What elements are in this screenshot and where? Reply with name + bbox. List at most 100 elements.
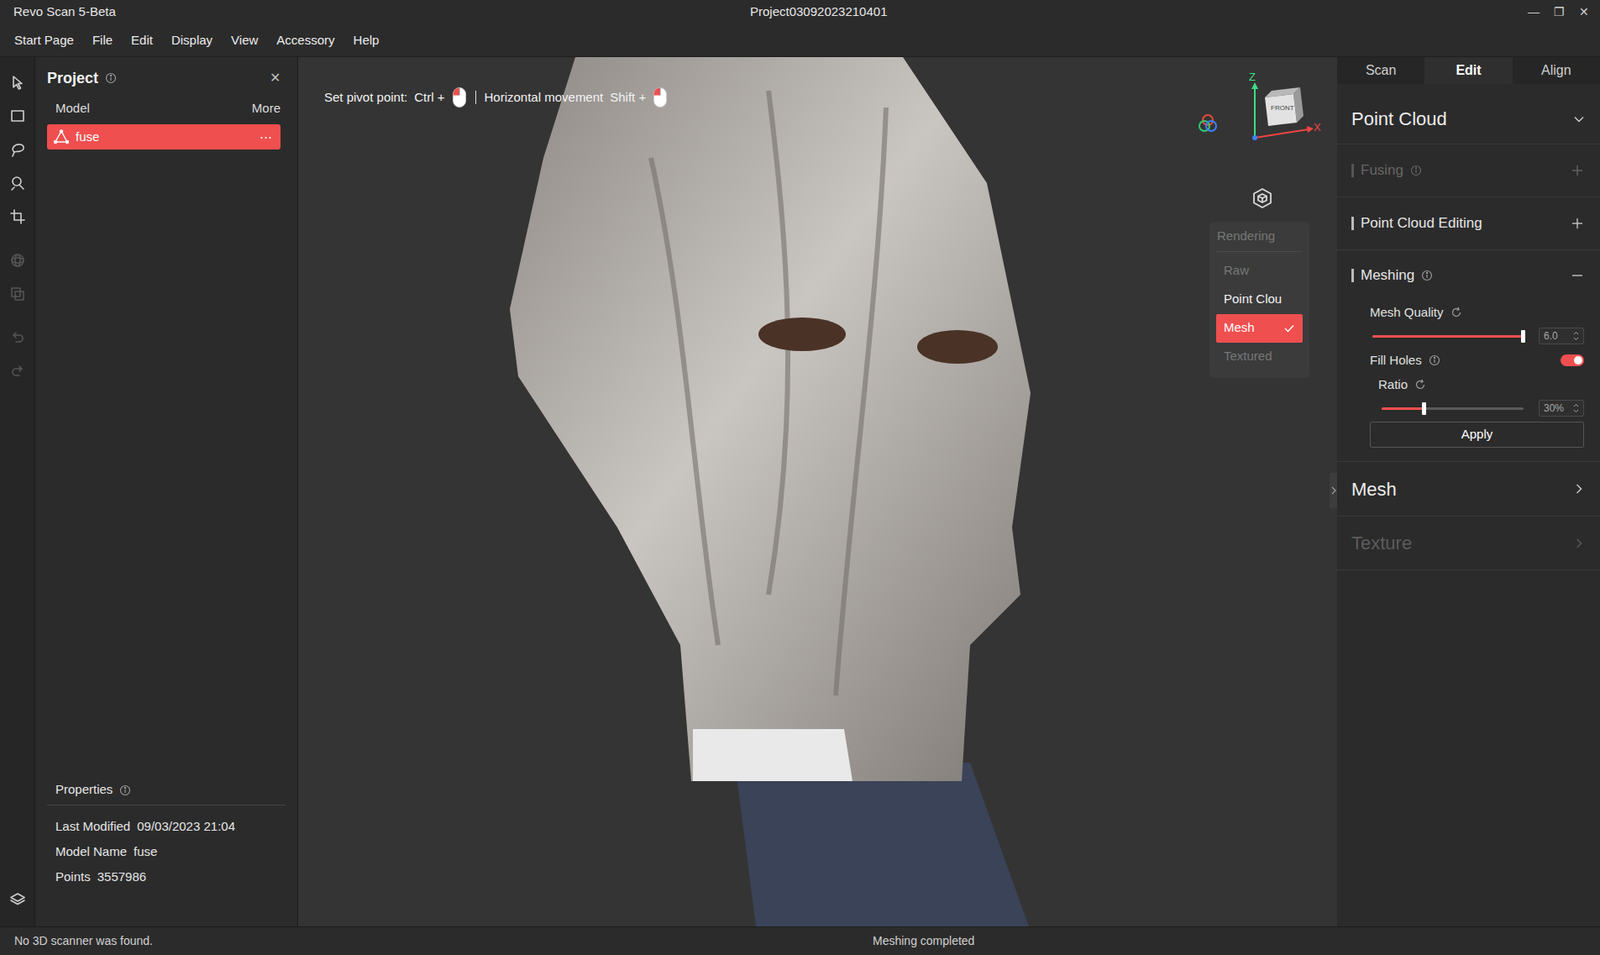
group: Fusing bbox=[1337, 144, 1600, 198]
axis-gizmo[interactable]: Z X FRONT bbox=[1244, 75, 1322, 152]
color-icon[interactable] bbox=[1196, 111, 1220, 136]
toggle-label: Fill Holes bbox=[1369, 351, 1422, 371]
mouse-icon bbox=[652, 86, 668, 109]
slider-thumb[interactable] bbox=[1521, 330, 1526, 343]
render-option[interactable]: Raw bbox=[1216, 257, 1303, 286]
info-icon[interactable] bbox=[1428, 354, 1441, 367]
window-control[interactable]: — bbox=[1521, 3, 1547, 21]
window-controls: —❐✕ bbox=[1521, 3, 1600, 21]
crop-tool-icon[interactable] bbox=[0, 199, 35, 234]
slider-track[interactable] bbox=[1381, 407, 1524, 410]
properties: Properties Last Modified09/03/2023 21:04… bbox=[35, 775, 298, 927]
group-header[interactable]: Meshing bbox=[1337, 250, 1600, 301]
menu-item[interactable]: Edit bbox=[121, 31, 163, 51]
cube-face-label: FRONT bbox=[1270, 104, 1295, 113]
render-option-label: Point Clou bbox=[1223, 289, 1296, 310]
menu-item[interactable]: Accessory bbox=[267, 31, 344, 51]
section-header[interactable]: Texture bbox=[1337, 516, 1600, 571]
viewport[interactable]: Set pivot point:Ctrl +Horizontal movemen… bbox=[298, 57, 1338, 927]
brush-tool-icon[interactable] bbox=[0, 166, 35, 200]
lasso-tool-icon[interactable] bbox=[0, 132, 35, 167]
copy-tool-icon[interactable] bbox=[0, 277, 35, 311]
chevron-right-icon bbox=[1573, 482, 1585, 495]
model-list: fuse ⋯ bbox=[35, 124, 298, 150]
info-icon[interactable] bbox=[104, 72, 117, 84]
section-header[interactable]: Mesh bbox=[1337, 461, 1600, 517]
property-value: 09/03/2023 21:04 bbox=[136, 817, 236, 837]
project-title: Project bbox=[47, 67, 99, 90]
menu-item[interactable]: View bbox=[221, 31, 268, 51]
value-field[interactable]: 6.0 bbox=[1538, 327, 1585, 345]
project-title: Project03092023210401 bbox=[750, 2, 887, 22]
spinner-icon[interactable] bbox=[1573, 330, 1580, 341]
hint-bar: Set pivot point:Ctrl +Horizontal movemen… bbox=[324, 86, 668, 109]
x-axis-label: X bbox=[1313, 119, 1322, 137]
undo-tool-icon[interactable] bbox=[0, 320, 35, 354]
property-value: 3557986 bbox=[97, 867, 147, 887]
reset-icon[interactable] bbox=[1414, 378, 1427, 391]
spinner-icon[interactable] bbox=[1573, 403, 1580, 414]
panel-tab[interactable]: Align bbox=[1512, 57, 1600, 84]
property-value: fuse bbox=[133, 842, 158, 862]
toggle-knob bbox=[1573, 356, 1583, 365]
render-option[interactable]: Point Clou bbox=[1216, 285, 1303, 315]
model-item[interactable]: fuse ⋯ bbox=[47, 124, 281, 150]
model-more-button[interactable]: ⋯ bbox=[259, 127, 273, 147]
render-option[interactable]: Mesh bbox=[1216, 314, 1303, 343]
info-icon[interactable] bbox=[119, 784, 132, 797]
group-header[interactable]: Fusing bbox=[1337, 144, 1600, 197]
select-tool-icon[interactable] bbox=[0, 65, 35, 100]
menu-item[interactable]: Help bbox=[344, 31, 389, 51]
info-icon[interactable] bbox=[1421, 269, 1433, 282]
model-name: fuse bbox=[75, 127, 253, 147]
plus-icon[interactable] bbox=[1571, 217, 1584, 230]
collapse-panel-icon[interactable] bbox=[1329, 472, 1338, 509]
group-title: Point Cloud Editing bbox=[1360, 212, 1483, 235]
app-title: Revo Scan 5-Beta bbox=[0, 2, 751, 22]
window-control[interactable]: ❐ bbox=[1546, 3, 1572, 21]
section-title: Mesh bbox=[1351, 475, 1574, 504]
menu-item[interactable]: Display bbox=[162, 31, 222, 51]
slider-track[interactable] bbox=[1372, 335, 1524, 338]
right-panel: ScanEditAlign Point Cloud Fusing Point Clo… bbox=[1337, 57, 1600, 927]
slider-label-row: Ratio bbox=[1337, 372, 1600, 397]
redo-tool-icon[interactable] bbox=[0, 353, 35, 388]
layers-icon[interactable] bbox=[2, 884, 33, 915]
slider-label-row: Mesh Quality bbox=[1337, 300, 1600, 325]
close-button[interactable]: ✕ bbox=[269, 68, 281, 89]
slider-thumb[interactable] bbox=[1421, 402, 1427, 415]
group: Point Cloud Editing bbox=[1337, 197, 1600, 251]
section-title: Point Cloud bbox=[1351, 104, 1574, 133]
panel-tab[interactable]: Edit bbox=[1424, 57, 1512, 84]
group-marker bbox=[1351, 216, 1354, 231]
more-button[interactable]: More bbox=[251, 99, 281, 119]
toggle-switch[interactable] bbox=[1560, 354, 1585, 367]
chevron-right-icon bbox=[1573, 537, 1585, 550]
rendering-menu: Rendering Raw Point Clou Mesh Textured bbox=[1209, 221, 1310, 378]
info-icon[interactable] bbox=[1410, 164, 1422, 177]
group-header[interactable]: Point Cloud Editing bbox=[1337, 197, 1600, 250]
menu-item[interactable]: Start Page bbox=[5, 31, 84, 51]
render-option-label: Mesh bbox=[1223, 318, 1284, 338]
value-reading: 6.0 bbox=[1543, 328, 1559, 344]
window-control[interactable]: ✕ bbox=[1571, 3, 1597, 21]
value-field[interactable]: 30% bbox=[1538, 399, 1585, 417]
section-header[interactable]: Point Cloud bbox=[1337, 83, 1600, 145]
render-mode-icon[interactable] bbox=[1250, 186, 1275, 210]
status-left: No 3D scanner was found. bbox=[14, 933, 153, 948]
sphere-tool-icon[interactable] bbox=[0, 243, 35, 278]
toggle-row: Fill Holes bbox=[1337, 347, 1600, 373]
hint-label: Set pivot point: bbox=[324, 88, 408, 108]
rendering-title: Rendering bbox=[1216, 226, 1303, 252]
render-option[interactable]: Textured bbox=[1216, 342, 1303, 372]
minus-icon[interactable] bbox=[1571, 269, 1584, 282]
panel-tab[interactable]: Scan bbox=[1337, 57, 1425, 84]
menu-item[interactable]: File bbox=[83, 31, 122, 51]
reset-icon[interactable] bbox=[1450, 306, 1463, 319]
plus-icon[interactable] bbox=[1571, 164, 1584, 177]
apply-button[interactable]: Apply bbox=[1369, 421, 1585, 448]
title-bar: Revo Scan 5-Beta Project03092023210401 —… bbox=[0, 0, 1600, 25]
rect-tool-icon[interactable] bbox=[0, 99, 35, 133]
group-marker bbox=[1351, 163, 1354, 178]
property-label: Points bbox=[55, 867, 91, 887]
